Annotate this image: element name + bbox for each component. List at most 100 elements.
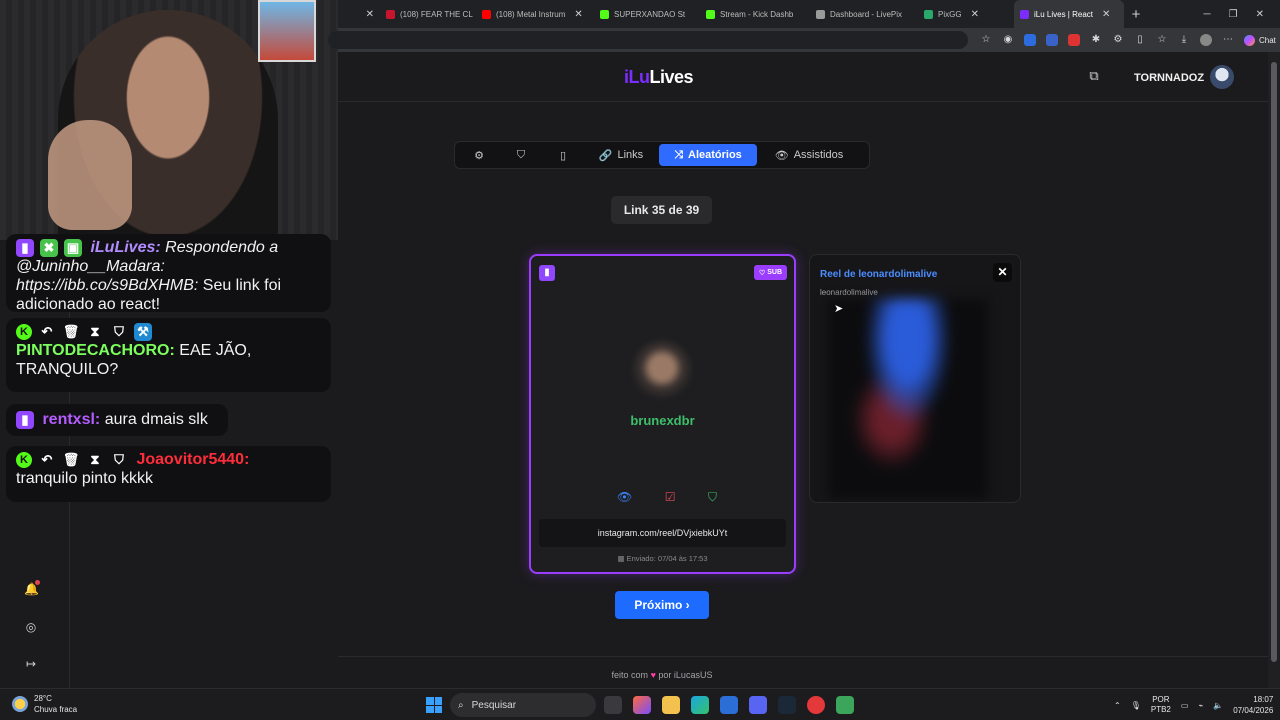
shield-icon[interactable]: ⛉	[708, 490, 717, 505]
link-url[interactable]: instagram.com/reel/DVjxiebkUYt	[539, 519, 786, 547]
menu-icon[interactable]: ⋯	[1222, 34, 1234, 46]
favorites-icon[interactable]: ☆	[1156, 34, 1168, 46]
close-tab-icon[interactable]: ✕	[366, 9, 374, 20]
close-tab-icon[interactable]: ✕	[574, 9, 582, 20]
windows-start-icon[interactable]	[426, 697, 442, 713]
close-tab-icon[interactable]: ✕	[1102, 9, 1110, 20]
tab-assistidos-label: Assistidos	[793, 149, 844, 161]
profile-avatar[interactable]	[1200, 34, 1212, 46]
minimize-icon[interactable]: ─	[1204, 9, 1211, 20]
tab-moderation[interactable]: ⛉	[501, 144, 541, 166]
app-logo[interactable]: iLuLives	[624, 67, 694, 88]
shield-extension-icon[interactable]	[1024, 34, 1036, 46]
display-icon[interactable]: ▭	[1181, 701, 1189, 710]
pdf-icon[interactable]	[1068, 34, 1080, 46]
chat-message: ▮ ✖ ▣ iLuLives: Respondendo a @Juninho__Ma…	[6, 234, 331, 313]
stream-chat-panel: 🔔 ◎ ↦ ▮ ✖ ▣ iLuLives: Respondendo a @Junin…	[0, 234, 338, 688]
checkbox-icon[interactable]: ☑	[665, 490, 676, 505]
kick-icon	[706, 9, 715, 19]
copilot-icon	[1244, 34, 1255, 46]
tab-assistidos[interactable]: 👁 Assistidos	[759, 144, 859, 166]
network-icon[interactable]: ⌁	[1198, 701, 1203, 710]
logout-icon[interactable]: ↦	[24, 657, 38, 671]
puzzle-icon[interactable]: ✱	[1090, 34, 1102, 46]
discord-icon[interactable]	[749, 696, 767, 714]
app-icon[interactable]	[807, 696, 825, 714]
steam-icon[interactable]	[778, 696, 796, 714]
help-icon[interactable]: ◎	[24, 620, 38, 634]
scrollbar-thumb[interactable]	[1271, 62, 1277, 662]
address-bar[interactable]	[328, 31, 968, 49]
tab-aleatorios[interactable]: ⤨ Aleatórios	[659, 144, 757, 166]
file-explorer-icon[interactable]	[662, 696, 680, 714]
tab-links[interactable]: 🔗 Links	[585, 144, 657, 166]
dashboard-icon[interactable]: ⧉	[1086, 68, 1102, 84]
language-indicator[interactable]: POR PTB2	[1151, 695, 1171, 715]
user-avatar[interactable]	[1210, 65, 1234, 89]
next-button[interactable]: Próximo ›	[615, 591, 709, 619]
tab-settings[interactable]: ⚙	[459, 144, 499, 166]
chat-button[interactable]: Chat	[1244, 34, 1276, 46]
microphone-icon[interactable]: 🎙	[1131, 701, 1141, 710]
browser-tab[interactable]: ✕	[338, 0, 380, 28]
browser-tab[interactable]: PixGG ✕	[918, 0, 1014, 28]
browser-tab[interactable]: (108) FEAR THE CL✕	[380, 0, 476, 28]
close-window-icon[interactable]: ✕	[1256, 9, 1264, 20]
footer-suffix[interactable]: por iLucasUS	[658, 670, 712, 680]
weather-icon	[12, 696, 28, 712]
chat-username: rentxsl:	[42, 411, 101, 428]
shield-icon: ⛉	[114, 323, 124, 339]
search-icon: ⌕	[458, 699, 464, 711]
volume-icon[interactable]: 🔈	[1213, 701, 1223, 710]
sub-badge: ♡ SUB	[753, 265, 787, 280]
clock-time: 18:07	[1253, 695, 1274, 704]
task-view-icon[interactable]	[604, 696, 622, 714]
download-icon[interactable]: ⤓	[1178, 34, 1190, 46]
trash-icon: 🗑	[62, 451, 80, 467]
mark-watched-icon[interactable]: 👁	[617, 490, 632, 505]
tab-links-label: Links	[617, 149, 644, 161]
header-username[interactable]: TORNNADOZ	[1134, 72, 1204, 84]
heart-icon: ♡	[758, 269, 766, 277]
clock[interactable]: 18:07 07/04/2026	[1233, 694, 1273, 716]
browser-tab[interactable]: SUPERXANDAO St	[594, 0, 700, 28]
edge-icon[interactable]	[691, 696, 709, 714]
tune-icon[interactable]: ⚙	[1112, 34, 1124, 46]
browser-tab[interactable]: Stream - Kick Dashb	[700, 0, 810, 28]
close-preview-button[interactable]: ✕	[993, 263, 1012, 282]
browser-tab-active[interactable]: iLu Lives | React ✕	[1014, 0, 1124, 28]
chat-badges: ▮ ✖ ▣	[16, 238, 82, 257]
streamer-hand	[48, 120, 132, 230]
footer-text: feito com ♥ por iLucasUS	[338, 670, 986, 680]
star-icon[interactable]: ☆	[980, 34, 992, 46]
obs-icon[interactable]	[836, 696, 854, 714]
browser-tab-strip: ✕ (108) FEAR THE CL✕ (108) Metal Instrum…	[338, 0, 1280, 28]
browser-tab[interactable]: Dashboard - LivePix	[810, 0, 918, 28]
chevron-up-icon[interactable]: ⌃	[1114, 701, 1121, 710]
system-tray: ⌃ 🎙 POR PTB2 ▭ ⌁ 🔈 18:07 07/04/2026	[1114, 694, 1273, 716]
preview-media[interactable]	[828, 299, 988, 499]
extension-icon[interactable]: ◉	[1002, 34, 1014, 46]
preview-title[interactable]: Reel de leonardolimalive	[820, 269, 937, 280]
taskbar-search[interactable]: ⌕ Pesquisar	[450, 693, 596, 717]
trash-icon: 🗑	[62, 323, 80, 339]
weather-widget[interactable]: 28°C Chuva fraca	[12, 693, 77, 715]
heart-icon: ♥	[650, 670, 656, 680]
store-icon[interactable]	[720, 696, 738, 714]
clock-date: 07/04/2026	[1233, 706, 1274, 715]
split-icon[interactable]: ▯	[1134, 34, 1146, 46]
chat-message: K ↶ 🗑 ⧗ ⛉ ⚒ PINTODECACHORO: EAE JÃO, TRANQUIL…	[6, 318, 331, 392]
restore-icon[interactable]: ❐	[1229, 9, 1238, 20]
chat-message: K ↶ 🗑 ⧗ ⛉ Joaovitor5440: tranquilo pinto kkk…	[6, 446, 331, 502]
browser-tab[interactable]: (108) Metal Instrum ✕	[476, 0, 594, 28]
wall-poster	[258, 0, 316, 62]
reply-icon: ↶	[41, 451, 53, 467]
tab-title: SUPERXANDAO St	[614, 9, 686, 19]
copilot-icon[interactable]	[633, 696, 651, 714]
tab-saved[interactable]: ▯	[543, 144, 583, 166]
notifications-icon[interactable]: 🔔	[24, 580, 40, 596]
new-tab-button[interactable]: +	[1124, 6, 1148, 23]
page-scrollbar[interactable]	[1268, 52, 1280, 688]
close-tab-icon[interactable]: ✕	[971, 9, 979, 20]
translate-icon[interactable]	[1046, 34, 1058, 46]
